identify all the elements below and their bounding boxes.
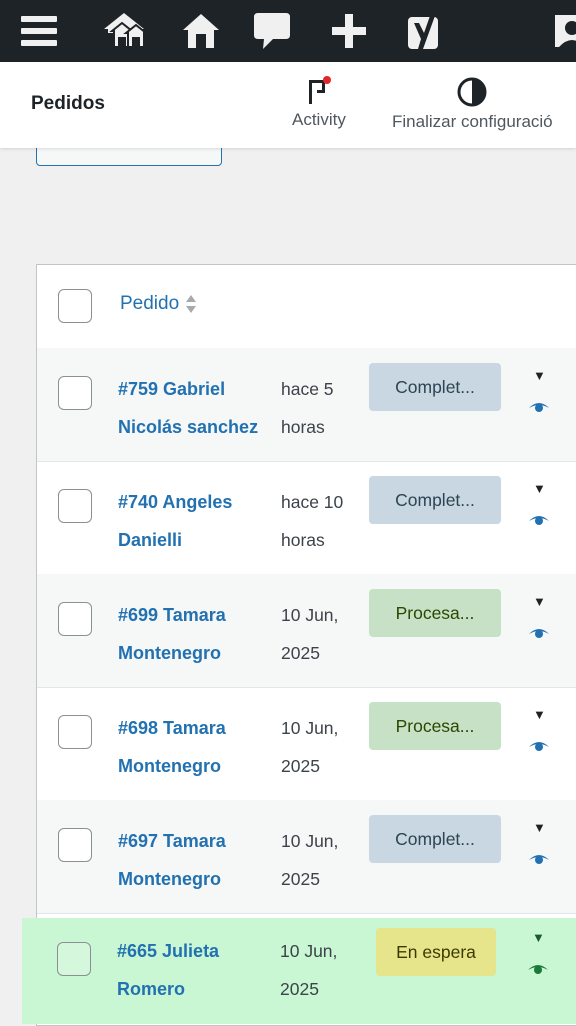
order-date: 10 Jun, 2025 [281, 605, 339, 663]
preview-eye-icon[interactable] [528, 513, 550, 527]
order-link[interactable]: #699 Tamara Montenegro [118, 596, 270, 672]
table-row-highlighted[interactable]: #665 Julieta Romero 10 Jun, 2025 En espera… [22, 918, 576, 1024]
row-checkbox[interactable] [58, 376, 92, 410]
row-checkbox[interactable] [57, 942, 91, 976]
my-sites-icon[interactable] [96, 0, 152, 62]
activity-flag-icon [308, 76, 331, 104]
status-badge: Complet... [369, 476, 501, 524]
preview-eye-icon[interactable] [528, 852, 550, 866]
preview-eye-icon[interactable] [527, 962, 549, 976]
status-badge: Complet... [369, 815, 501, 863]
order-date: 10 Jun, 2025 [281, 831, 339, 889]
order-link[interactable]: #697 Tamara Montenegro [118, 822, 270, 898]
new-icon[interactable] [326, 0, 372, 62]
select-all-checkbox[interactable] [58, 289, 92, 323]
expand-arrow-icon[interactable]: ▼ [532, 930, 545, 945]
table-row[interactable]: #697 Tamara Montenegro 10 Jun, 2025 Comple… [37, 800, 576, 914]
expand-arrow-icon[interactable]: ▼ [533, 820, 546, 835]
row-checkbox[interactable] [58, 715, 92, 749]
sort-icon [186, 295, 197, 313]
column-order-label: Pedido [120, 293, 180, 314]
user-avatar-icon[interactable] [550, 0, 576, 62]
status-badge: Procesa... [369, 589, 501, 637]
admin-bar [0, 0, 576, 62]
preview-eye-icon[interactable] [528, 400, 550, 414]
status-badge: Complet... [369, 363, 501, 411]
finish-setup-button[interactable]: Finalizar configuració [392, 76, 553, 132]
half-circle-icon [457, 77, 487, 107]
expand-arrow-icon[interactable]: ▼ [533, 707, 546, 722]
order-date: 10 Jun, 2025 [280, 941, 338, 999]
order-link[interactable]: #698 Tamara Montenegro [118, 709, 270, 785]
order-date: 10 Jun, 2025 [281, 718, 339, 776]
comments-icon[interactable] [250, 0, 294, 62]
table-row[interactable]: #698 Tamara Montenegro 10 Jun, 2025 Proces… [37, 687, 576, 801]
row-checkbox[interactable] [58, 828, 92, 862]
table-header: Pedido [37, 265, 576, 349]
table-row[interactable]: #759 Gabriel Nicolás sanchez hace 5 horas … [37, 348, 576, 462]
table-row[interactable]: #699 Tamara Montenegro 10 Jun, 2025 Proces… [37, 574, 576, 688]
table-row[interactable]: #740 Angeles Danielli hace 10 horas Comple… [37, 461, 576, 575]
order-date: hace 10 horas [281, 492, 344, 550]
order-date: hace 5 horas [281, 379, 334, 437]
preview-eye-icon[interactable] [528, 739, 550, 753]
yoast-icon[interactable] [402, 0, 448, 62]
sort-by-order-link[interactable]: Pedido [120, 293, 197, 315]
page-title: Pedidos [31, 93, 105, 114]
activity-button[interactable]: Activity [292, 76, 346, 130]
orders-table: Pedido #759 Gabriel Nicolás sanchez hace … [36, 264, 576, 1026]
preview-eye-icon[interactable] [528, 626, 550, 640]
row-checkbox[interactable] [58, 489, 92, 523]
activity-label: Activity [292, 110, 346, 129]
expand-arrow-icon[interactable]: ▼ [533, 481, 546, 496]
home-icon[interactable] [176, 0, 226, 62]
expand-arrow-icon[interactable]: ▼ [533, 368, 546, 383]
row-checkbox[interactable] [58, 602, 92, 636]
menu-icon[interactable] [0, 0, 78, 62]
expand-arrow-icon[interactable]: ▼ [533, 594, 546, 609]
order-link[interactable]: #665 Julieta Romero [117, 932, 269, 1008]
status-badge: En espera [376, 928, 496, 976]
order-link[interactable]: #759 Gabriel Nicolás sanchez [118, 370, 270, 446]
finish-setup-label: Finalizar configuració [392, 112, 553, 131]
page-header: Pedidos Activity Finalizar configuració [0, 62, 576, 148]
status-badge: Procesa... [369, 702, 501, 750]
order-link[interactable]: #740 Angeles Danielli [118, 483, 270, 559]
